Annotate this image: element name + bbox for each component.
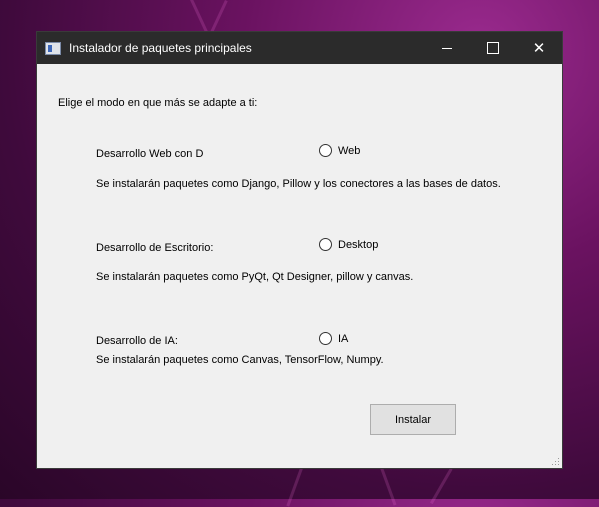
app-icon [45,41,61,55]
radio-desktop[interactable]: Desktop [319,238,378,251]
option-desktop-label: Desarrollo de Escritorio: [96,242,214,254]
installer-window: Instalador de paquetes principales ✕ Eli… [36,31,563,469]
option-web-label: Desarrollo Web con D [96,148,204,160]
install-button[interactable]: Instalar [370,404,456,435]
prompt-text: Elige el modo en que más se adapte a ti: [58,97,258,109]
minimize-icon [442,47,452,49]
option-ia-description: Se instalarán paquetes como Canvas, Tens… [96,354,384,366]
radio-circle-icon[interactable] [319,144,332,157]
resize-grip-icon[interactable] [552,458,560,466]
title-bar[interactable]: Instalador de paquetes principales ✕ [37,32,562,64]
radio-web-label[interactable]: Web [338,145,360,157]
window-title: Instalador de paquetes principales [69,41,252,55]
option-desktop-description: Se instalarán paquetes como PyQt, Qt Des… [96,271,414,283]
radio-circle-icon[interactable] [319,238,332,251]
radio-desktop-label[interactable]: Desktop [338,239,378,251]
close-button[interactable]: ✕ [516,32,562,64]
option-ia-label: Desarrollo de IA: [96,335,178,347]
maximize-icon [487,42,499,54]
radio-circle-icon[interactable] [319,332,332,345]
radio-web[interactable]: Web [319,144,360,157]
option-web-description: Se instalarán paquetes como Django, Pill… [96,178,501,190]
minimize-button[interactable] [424,32,470,64]
window-content: Elige el modo en que más se adapte a ti:… [37,64,562,468]
radio-ia[interactable]: IA [319,332,348,345]
radio-ia-label[interactable]: IA [338,333,348,345]
maximize-button[interactable] [470,32,516,64]
close-icon: ✕ [532,40,546,57]
